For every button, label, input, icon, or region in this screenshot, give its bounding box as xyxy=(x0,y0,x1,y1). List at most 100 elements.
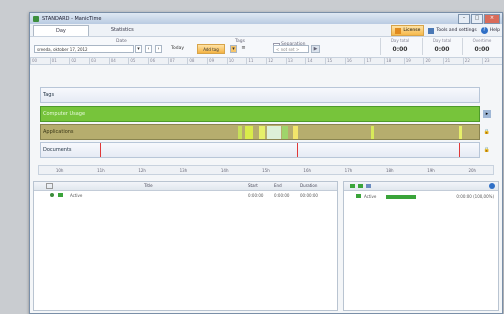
hour-tick-label: 03 xyxy=(89,58,109,64)
add-tag-button[interactable]: Add tag xyxy=(197,44,225,54)
summary-toolbar xyxy=(344,182,498,191)
window-controls: – □ × xyxy=(458,14,500,24)
column-start[interactable]: Start xyxy=(248,183,258,188)
app-segment[interactable] xyxy=(259,126,265,139)
stat-value: 0:00 xyxy=(392,46,408,53)
tools-label: Tools and settings xyxy=(436,28,477,33)
date-picker[interactable]: sreeda, oktober 17, 2012 xyxy=(34,45,134,53)
document-marker[interactable] xyxy=(459,143,460,157)
details-area: Title Start End Duration Active 0:00:00 … xyxy=(33,181,499,311)
menu-bar: Day Statistics License Tools and setting… xyxy=(30,24,502,37)
summary-row[interactable]: Active 0:00:00 (100,00%) xyxy=(350,194,494,200)
status-dot-icon xyxy=(50,193,54,197)
scale-tick-label: 12h xyxy=(138,167,146,173)
app-segment[interactable] xyxy=(245,126,253,139)
tab-statistics[interactable]: Statistics xyxy=(89,25,156,35)
time-scale-bar[interactable]: 10h 11h 12h 13h 14h 15h 16h 17h 18h 19h 20h xyxy=(38,165,494,175)
lock-icon[interactable]: 🔒 xyxy=(483,146,491,154)
documents-label: Documents xyxy=(43,147,72,153)
color-swatch xyxy=(356,194,361,198)
grid-header: Title Start End Duration xyxy=(34,182,337,191)
table-row[interactable]: Active 0:00:00 0:00:00 00:00:00 xyxy=(34,191,337,199)
help-button[interactable]: ? Help xyxy=(480,27,500,34)
color-swatch xyxy=(58,193,63,197)
tools-settings-button[interactable]: Tools and settings xyxy=(428,27,477,34)
scale-tick-label: 15h xyxy=(262,167,270,173)
lock-icon[interactable]: 🔒 xyxy=(483,128,491,136)
hour-tick-label: 19 xyxy=(403,58,424,64)
column-title[interactable]: Title xyxy=(144,183,153,188)
app-segment[interactable] xyxy=(282,126,288,139)
tag-options-button[interactable]: ▾ xyxy=(230,45,237,53)
stat-title: Day total xyxy=(390,38,410,43)
hour-tick-label: 09 xyxy=(207,58,227,64)
hour-tick-label: 15 xyxy=(325,58,345,64)
row-title: Active xyxy=(70,193,83,198)
menu-actions: License Tools and settings ? Help xyxy=(391,25,500,36)
app-segment[interactable] xyxy=(459,126,462,139)
maximize-button[interactable]: □ xyxy=(471,14,483,24)
applications-track[interactable]: Applications xyxy=(40,124,480,140)
hour-tick-label: 17 xyxy=(364,58,384,64)
tags-track[interactable]: Tags xyxy=(40,87,480,103)
scale-tick-label: 20h xyxy=(468,167,477,173)
stat-title: Day total xyxy=(432,38,452,43)
usage-bar xyxy=(386,195,416,199)
stat-value: 0:00 xyxy=(434,46,450,53)
scale-tick-label: 19h xyxy=(427,167,435,173)
today-button[interactable]: Today xyxy=(171,45,184,53)
hour-tick-label: 12 xyxy=(266,58,286,64)
hour-tick-label: 23 xyxy=(482,58,502,64)
minimize-button[interactable]: – xyxy=(458,14,470,24)
hour-tick-label: 14 xyxy=(305,58,325,64)
license-button[interactable]: License xyxy=(391,25,425,36)
view-icon[interactable] xyxy=(350,184,355,188)
app-window: STANDARD - ManicTime – □ × Day Statistic… xyxy=(29,12,503,314)
app-segment[interactable] xyxy=(267,126,281,139)
app-segment[interactable] xyxy=(238,126,242,139)
scale-tick-label: 10h xyxy=(55,167,64,173)
hour-tick-label: 00 xyxy=(30,58,50,64)
document-marker[interactable] xyxy=(100,143,101,157)
window-title: STANDARD - ManicTime xyxy=(42,15,102,22)
group-icon[interactable] xyxy=(358,184,363,188)
scale-tick-label: 16h xyxy=(303,167,312,173)
tab-day[interactable]: Day xyxy=(33,24,89,36)
hour-tick-label: 22 xyxy=(462,58,483,64)
stat-day-total: Day total 0:00 xyxy=(380,38,419,55)
stat-title: Overtime xyxy=(472,38,492,43)
settings-icon xyxy=(428,27,435,34)
column-end[interactable]: End xyxy=(274,183,282,188)
app-segment[interactable] xyxy=(293,126,298,139)
hour-tick-label: 06 xyxy=(148,58,168,64)
calendar-dropdown-button[interactable]: ▾ xyxy=(135,45,142,53)
hour-tick-label: 13 xyxy=(285,58,306,64)
scale-tick-label: 11h xyxy=(97,167,105,173)
separation-select[interactable]: < not set > xyxy=(273,45,309,53)
hour-tick-label: 05 xyxy=(128,58,148,64)
key-icon xyxy=(395,27,402,34)
scale-tick-label: 17h xyxy=(344,167,353,173)
tags-label: Tags xyxy=(235,39,245,44)
hour-tick-label: 10 xyxy=(226,58,247,64)
close-button[interactable]: × xyxy=(484,14,500,24)
hour-tick-label: 04 xyxy=(108,58,129,64)
previous-day-button[interactable]: ‹ xyxy=(145,45,152,53)
apply-arrow-button[interactable]: ▶ xyxy=(311,45,320,53)
day-toolbar: Date sreeda, oktober 17, 2012 ▾ ‹ › Toda… xyxy=(30,37,502,58)
hour-ruler: 00 01 02 03 04 05 06 07 08 09 10 11 12 13 14 15 16 17 18 19… xyxy=(30,58,502,65)
computer-usage-expand-button[interactable]: ▸ xyxy=(483,110,491,118)
next-day-button[interactable]: › xyxy=(155,45,162,53)
separator-icon: ≡ xyxy=(241,45,246,51)
documents-track[interactable]: Documents xyxy=(40,142,480,158)
select-all-checkbox[interactable] xyxy=(46,183,53,189)
column-duration[interactable]: Duration xyxy=(300,183,317,188)
computer-usage-track[interactable]: Computer Usage xyxy=(40,106,480,122)
app-segment[interactable] xyxy=(371,126,374,139)
document-marker[interactable] xyxy=(297,143,298,157)
row-end: 0:00:00 xyxy=(274,193,290,198)
info-icon[interactable] xyxy=(489,183,495,189)
filter-icon[interactable] xyxy=(366,184,371,188)
help-label: Help xyxy=(489,28,500,33)
computer-usage-label: Computer Usage xyxy=(43,111,86,117)
